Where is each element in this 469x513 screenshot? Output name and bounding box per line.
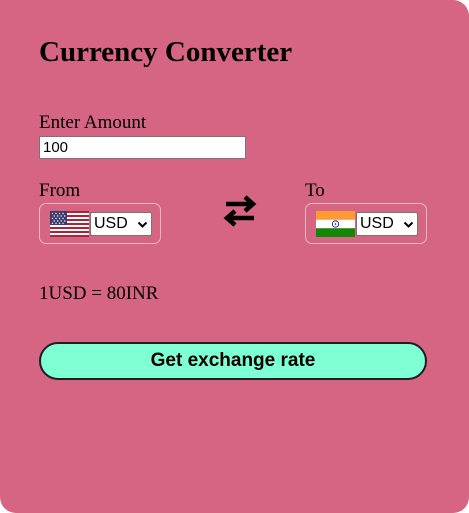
converter-card: Currency Converter Enter Amount From USD [0, 0, 469, 513]
chevron-down-icon [403, 221, 414, 228]
to-label: To [305, 180, 325, 201]
chevron-down-icon [137, 221, 148, 228]
exchange-rate-result: 1USD = 80INR [39, 283, 159, 304]
amount-input[interactable] [39, 136, 246, 159]
amount-label: Enter Amount [39, 112, 147, 133]
to-currency-select[interactable]: USD [356, 211, 418, 236]
from-currency-select[interactable]: USD [90, 211, 152, 236]
from-label: From [39, 180, 81, 201]
page-title: Currency Converter [39, 36, 293, 68]
us-flag-icon [50, 210, 89, 237]
swap-arrows-icon[interactable] [222, 193, 258, 229]
from-currency-container: USD [39, 203, 161, 244]
to-currency-container: USD [305, 203, 427, 244]
india-flag-icon [316, 210, 355, 237]
to-currency-value: USD [360, 214, 394, 232]
from-currency-value: USD [94, 214, 128, 232]
get-exchange-rate-button[interactable]: Get exchange rate [39, 342, 427, 380]
